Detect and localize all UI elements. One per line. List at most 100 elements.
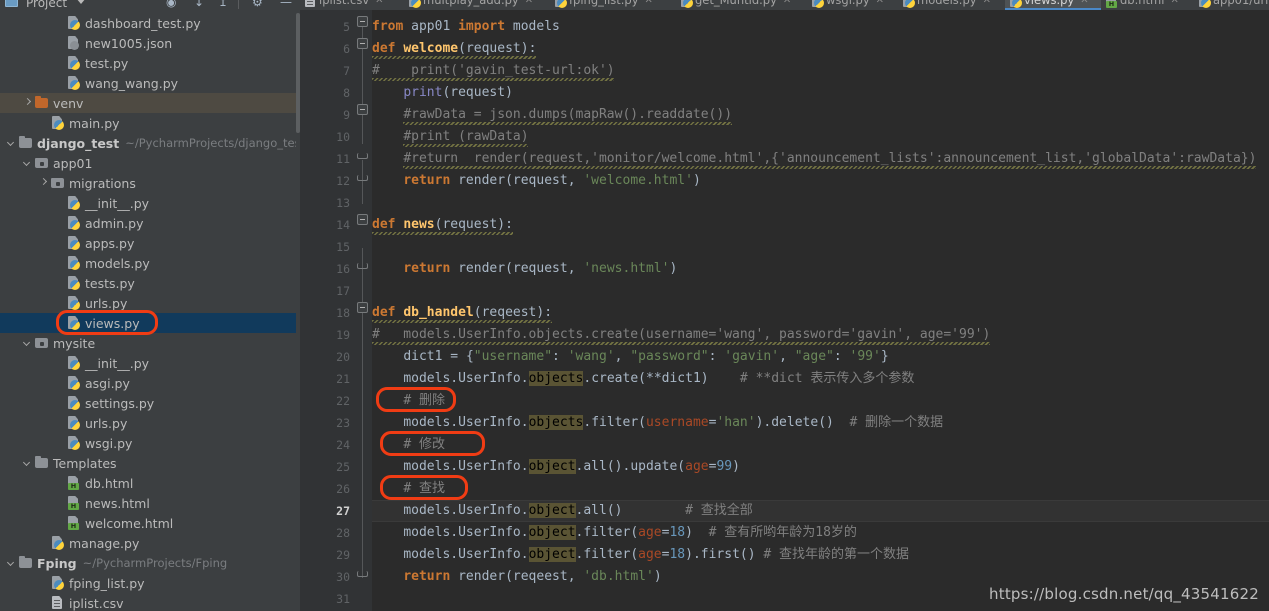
tree-item-main-py[interactable]: main.py [0,113,300,133]
locate-icon[interactable]: ◉ [166,0,176,9]
close-icon[interactable]: ✕ [983,0,991,6]
tree-item-models-py[interactable]: models.py [0,253,300,273]
tree-item-migrations[interactable]: migrations [0,173,300,193]
code-line-8[interactable]: print(request) [372,82,513,104]
tree-item-app01[interactable]: app01 [0,153,300,173]
fold-marker[interactable] [357,214,368,225]
fold-end-marker[interactable] [357,153,368,159]
tree-item-manage-py[interactable]: manage.py [0,533,300,553]
tree-item-iplist-csv[interactable]: iplist.csv [0,593,300,611]
tree-item-wsgi-py[interactable]: wsgi.py [0,433,300,453]
tree-item-fping[interactable]: Fping ~/PycharmProjects/Fping [0,553,300,573]
code-line-5[interactable]: from app01 import models [372,16,560,38]
editor-tab-models-py[interactable]: models.py ✕ [898,0,1005,10]
close-icon[interactable]: ✕ [876,0,884,6]
tree-item--init-py[interactable]: __init__.py [0,193,300,213]
tree-item-new1005-json[interactable]: new1005.json [0,33,300,53]
chevron-down-icon[interactable] [22,458,33,469]
chevron-right-icon[interactable] [38,178,49,189]
tree-item-tests-py[interactable]: tests.py [0,273,300,293]
tree-item-settings-py[interactable]: settings.py [0,393,300,413]
inspection-squiggle [372,320,552,323]
tree-item-db-html[interactable]: db.html [0,473,300,493]
project-panel-title: Project [26,0,68,10]
code-line-23[interactable]: models.UserInfo.objects.filter(username=… [372,412,943,434]
close-icon[interactable]: ✕ [375,0,383,6]
code-line-30[interactable]: return render(reqeest, 'db.html') [372,566,661,588]
close-icon[interactable]: ✕ [1080,0,1088,6]
close-icon[interactable]: ✕ [783,0,791,6]
editor-tab-bar[interactable]: iplist.csv ✕ multplay_add.py ✕ fping_list.py… [300,0,1269,10]
code-line-28[interactable]: models.UserInfo.object.filter(age=18) # … [372,522,857,544]
tree-item-test-py[interactable]: test.py [0,53,300,73]
tree-item-label: wang_wang.py [85,75,179,91]
tree-item-fping-list-py[interactable]: fping_list.py [0,573,300,593]
tree-item-asgi-py[interactable]: asgi.py [0,373,300,393]
chevron-down-icon[interactable] [76,0,86,4]
chevron-down-icon[interactable] [6,558,17,569]
tree-item--init-py[interactable]: __init__.py [0,353,300,373]
tree-item-apps-py[interactable]: apps.py [0,233,300,253]
chevron-down-icon[interactable] [22,158,33,169]
python-file-icon [67,216,81,230]
inspection-squiggle [403,144,529,147]
line-number: 8 [343,86,350,100]
fold-end-marker[interactable] [357,571,368,577]
tree-item-welcome-html[interactable]: welcome.html [0,513,300,533]
code-line-27[interactable]: models.UserInfo.object.all() # 查找全部 [372,500,753,522]
fold-end-marker[interactable] [357,263,368,269]
close-icon[interactable]: ✕ [1170,0,1178,6]
tree-item-mysite[interactable]: mysite [0,333,300,353]
code-line-21[interactable]: models.UserInfo.objects.create(**dict1) … [372,368,914,390]
tree-item-wang-wang-py[interactable]: wang_wang.py [0,73,300,93]
close-icon[interactable]: ✕ [525,0,533,6]
editor-tab-app01-urls-py[interactable]: app01/urls.py✕ [1194,0,1269,10]
editor-tab-wsgi-py[interactable]: wsgi.py ✕ [807,0,898,10]
tree-item-urls-py[interactable]: urls.py [0,293,300,313]
csv-file-icon [51,596,65,610]
fold-marker[interactable] [357,16,368,27]
tree-item-templates[interactable]: Templates [0,453,300,473]
fold-marker[interactable] [357,38,368,49]
editor-tab-iplist-csv[interactable]: iplist.csv ✕ [300,0,404,10]
tree-item-label: models.py [85,255,150,271]
code-line-12[interactable]: return render(request, 'welcome.html') [372,170,700,192]
editor-code-area[interactable]: 5 6 7 8 9 10 11 12 13 14 15 16 17 18 19 20 21 22 23 24 25 26 2… [300,10,1269,611]
python-file-icon [67,196,81,210]
fold-end-marker[interactable] [357,175,368,181]
fold-marker[interactable] [357,302,368,313]
code-line-24[interactable]: # 修改 [372,434,445,456]
tree-item-admin-py[interactable]: admin.py [0,213,300,233]
code-line-20[interactable]: dict1 = {"username": 'wang', "password":… [372,346,888,368]
chevron-down-icon[interactable] [22,338,33,349]
close-icon[interactable]: ✕ [645,0,653,6]
tree-item-news-html[interactable]: news.html [0,493,300,513]
code-line-29[interactable]: models.UserInfo.object.filter(age=18).fi… [372,544,909,566]
tree-item-urls-py[interactable]: urls.py [0,413,300,433]
editor-tab-multplay-add-py[interactable]: multplay_add.py ✕ [404,0,550,10]
tree-item-dashboard-test-py[interactable]: dashboard_test.py [0,13,300,33]
tree-item-django-test[interactable]: django_test ~/PycharmProjects/django_tes [0,133,300,153]
gear-icon[interactable]: ⚙ [252,0,263,9]
project-tree[interactable]: dashboard_test.py new1005.json test.py wang… [0,13,300,611]
minimize-icon[interactable]: — [280,0,292,9]
code-line-16[interactable]: return render(request, 'news.html') [372,258,677,280]
editor-tab-db-html[interactable]: db.html ✕ [1101,0,1194,10]
code-line-25[interactable]: models.UserInfo.object.all().update(age=… [372,456,740,478]
expand-all-icon[interactable]: ↥ [218,0,228,9]
chevron-down-icon[interactable] [6,138,17,149]
tree-item-views-py[interactable]: views.py [0,313,300,333]
fold-marker[interactable] [357,104,368,115]
collapse-all-icon[interactable]: ↧ [194,0,204,9]
tree-item-venv[interactable]: venv [0,93,300,113]
editor-tab-fping-list-py[interactable]: fping_list.py ✕ [550,0,676,10]
source-code[interactable]: from app01 import models def welcome(requ… [372,10,1269,611]
chevron-right-icon[interactable] [22,98,33,109]
code-line-22[interactable]: # 删除 [372,390,445,412]
code-line-26[interactable]: # 查找 [372,478,445,500]
editor-tab-label: iplist.csv [319,0,370,7]
editor-tab-get-muntid-py[interactable]: get_Muntid.py ✕ [676,0,807,10]
